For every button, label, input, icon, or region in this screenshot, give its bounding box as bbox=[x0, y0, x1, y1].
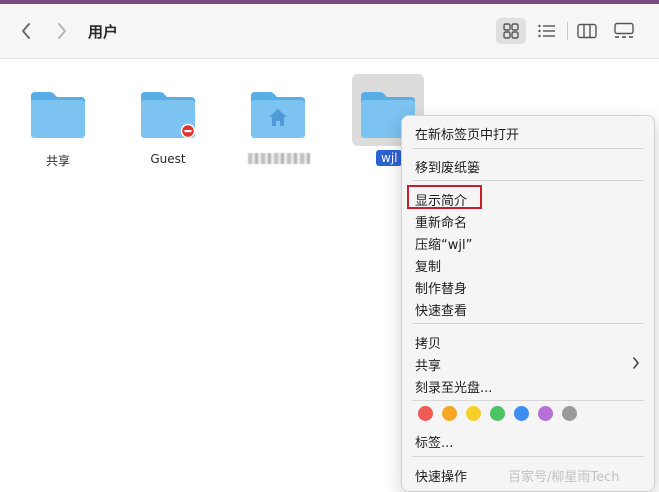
folder-icon bbox=[31, 92, 85, 138]
window-title: 用户 bbox=[88, 23, 119, 41]
tag-color-row bbox=[418, 406, 577, 421]
context-menu: 在新标签页中打开 移到废纸篓 显示简介 重新命名 压缩“wjl” 复制 制作替身… bbox=[401, 115, 655, 492]
menu-divider bbox=[412, 400, 644, 401]
menu-label: 移到废纸篓 bbox=[415, 161, 481, 176]
menu-make-alias[interactable]: 制作替身 bbox=[402, 276, 654, 297]
chevron-left-icon bbox=[22, 23, 30, 39]
menu-label: 共享 bbox=[415, 359, 442, 374]
menu-label: 在新标签页中打开 bbox=[415, 128, 520, 143]
annotation-highlight-box bbox=[407, 185, 482, 209]
menu-label: 快速操作 bbox=[415, 470, 468, 485]
column-view-button[interactable] bbox=[572, 18, 602, 44]
menu-label: 快速查看 bbox=[415, 304, 468, 319]
list-icon bbox=[538, 24, 555, 38]
menu-label: 标签... bbox=[415, 436, 454, 451]
folder-label: 共享 bbox=[45, 154, 70, 168]
chevron-right-icon bbox=[58, 23, 66, 39]
menu-label: 压缩“wjl” bbox=[415, 238, 473, 253]
menu-label: 复制 bbox=[415, 260, 442, 275]
toolbar-divider bbox=[567, 22, 568, 40]
folder-label: Guest bbox=[150, 152, 186, 166]
menu-rename[interactable]: 重新命名 bbox=[402, 210, 654, 231]
toolbar: 用户 bbox=[0, 4, 659, 59]
menu-burn-to-disc[interactable]: 刻录至光盘... bbox=[402, 375, 654, 396]
tag-red-dot[interactable] bbox=[418, 406, 433, 421]
menu-share[interactable]: 共享 bbox=[402, 353, 654, 374]
back-button[interactable] bbox=[16, 20, 36, 42]
gallery-icon bbox=[614, 22, 634, 38]
menu-label: 重新命名 bbox=[415, 216, 468, 231]
menu-divider bbox=[412, 148, 644, 149]
menu-divider bbox=[412, 180, 644, 181]
chevron-right-icon bbox=[633, 357, 640, 369]
menu-quick-look[interactable]: 快速查看 bbox=[402, 298, 654, 319]
tag-orange-dot[interactable] bbox=[442, 406, 457, 421]
menu-label: 拷贝 bbox=[415, 337, 442, 352]
menu-copy[interactable]: 拷贝 bbox=[402, 331, 654, 352]
tag-green-dot[interactable] bbox=[490, 406, 505, 421]
menu-move-to-trash[interactable]: 移到废纸篓 bbox=[402, 155, 654, 176]
folder-icon bbox=[141, 92, 196, 139]
folder-label-selected: wjl bbox=[376, 150, 403, 166]
icon-view-button[interactable] bbox=[496, 18, 526, 44]
tag-blue-dot[interactable] bbox=[514, 406, 529, 421]
columns-icon bbox=[577, 23, 597, 39]
forward-button[interactable] bbox=[52, 20, 72, 42]
watermark: 百家号/柳星雨Tech bbox=[508, 470, 620, 485]
menu-divider bbox=[412, 323, 644, 324]
menu-duplicate[interactable]: 复制 bbox=[402, 254, 654, 275]
home-folder-icon bbox=[251, 92, 305, 138]
tag-gray-dot[interactable] bbox=[562, 406, 577, 421]
menu-compress[interactable]: 压缩“wjl” bbox=[402, 232, 654, 253]
tag-purple-dot[interactable] bbox=[538, 406, 553, 421]
list-view-button[interactable] bbox=[532, 18, 562, 44]
menu-open-new-tab[interactable]: 在新标签页中打开 bbox=[402, 122, 654, 143]
grid-icon bbox=[503, 23, 519, 39]
menu-label: 制作替身 bbox=[415, 282, 468, 297]
menu-tags[interactable]: 标签... bbox=[402, 430, 654, 451]
menu-divider bbox=[412, 456, 644, 457]
menu-label: 刻录至光盘... bbox=[415, 381, 493, 396]
tag-yellow-dot[interactable] bbox=[466, 406, 481, 421]
gallery-view-button[interactable] bbox=[608, 18, 640, 44]
blurred-folder-name bbox=[248, 153, 310, 164]
